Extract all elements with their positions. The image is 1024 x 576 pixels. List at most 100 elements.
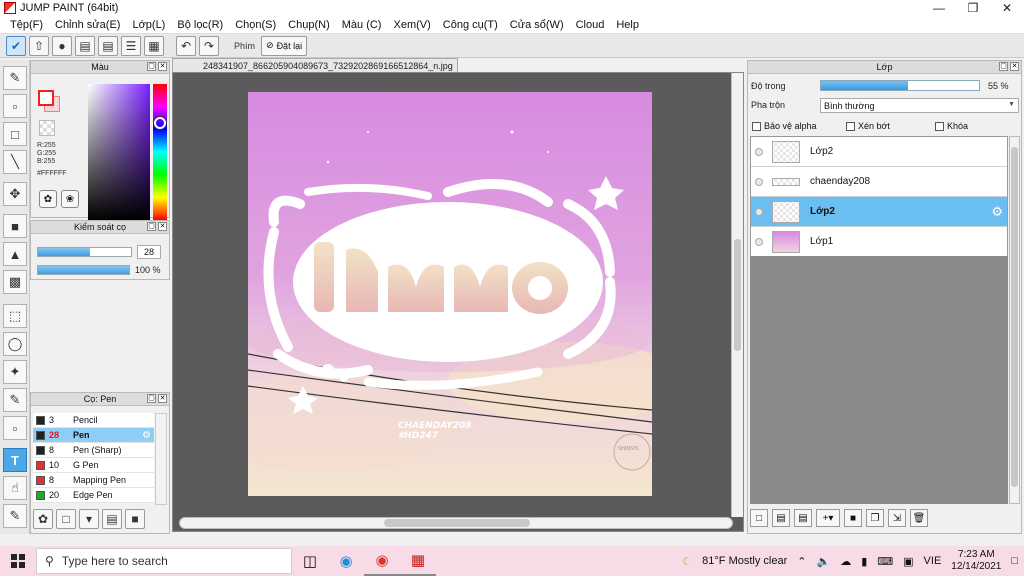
document-icon[interactable]: ▤ xyxy=(98,35,118,56)
clipping-checkbox[interactable]: Xén bớt xyxy=(846,121,890,131)
add-layer-menu-icon[interactable]: +▾ xyxy=(816,509,840,527)
document-tab[interactable]: 248341907_866205904089673_73292028691665… xyxy=(172,58,458,72)
comment-icon[interactable]: ● xyxy=(52,35,72,56)
undock-icon[interactable]: ▢ xyxy=(147,394,156,403)
layer-row[interactable]: chaenday208 xyxy=(751,167,1007,197)
brush-menu-icon[interactable]: ▾ xyxy=(79,509,99,529)
brush-copy-icon[interactable]: ▤ xyxy=(102,509,122,529)
select-eraser-tool-icon[interactable]: ▫ xyxy=(3,416,27,440)
brush-item-pencil[interactable]: 3 Pencil xyxy=(33,413,154,428)
layer-row[interactable]: Lớp1 xyxy=(751,227,1007,257)
brush-tool-icon[interactable]: ✎ xyxy=(3,66,27,90)
scroll-thumb[interactable] xyxy=(734,239,741,351)
eraser-tool-icon[interactable]: ▫ xyxy=(3,94,27,118)
color-wheel-icon[interactable]: ❀ xyxy=(61,190,79,208)
new-layer-icon[interactable]: □ xyxy=(750,509,768,527)
grid-settings-icon[interactable]: ▦ xyxy=(144,35,164,56)
minimize-button[interactable]: — xyxy=(922,0,956,16)
task-view-icon[interactable]: ◫ xyxy=(292,546,328,576)
foreground-color-swatch[interactable] xyxy=(38,90,54,106)
gear-icon[interactable]: ⚙ xyxy=(991,204,1003,220)
menu-view[interactable]: Xem(V) xyxy=(387,19,436,31)
hue-slider-knob[interactable] xyxy=(154,117,166,129)
cloud-icon[interactable]: ☁ xyxy=(840,555,851,568)
brush-size-slider[interactable] xyxy=(37,247,132,257)
menu-capture[interactable]: Chụp(N) xyxy=(282,19,336,31)
jump-paint-taskbar-icon[interactable]: ▦ xyxy=(400,546,436,576)
visibility-icon[interactable] xyxy=(755,147,763,156)
menu-color[interactable]: Màu (C) xyxy=(336,19,388,31)
panel-close-icon[interactable]: ✕ xyxy=(1010,62,1019,71)
message-icon[interactable]: ▤ xyxy=(75,35,95,56)
menu-layer[interactable]: Lớp(L) xyxy=(126,19,171,31)
checkbox-box[interactable] xyxy=(935,121,944,131)
battery-icon[interactable]: ▮ xyxy=(861,555,867,568)
bucket-tool-icon[interactable]: ▲ xyxy=(3,242,27,266)
brush-settings-icon[interactable]: ✿ xyxy=(33,509,53,529)
chevron-up-icon[interactable]: ⌃ xyxy=(797,555,806,568)
text-tool-icon[interactable]: T xyxy=(3,448,27,472)
magic-wand-tool-icon[interactable]: ✦ xyxy=(3,360,27,384)
fill-rectangle-tool-icon[interactable]: ■ xyxy=(3,214,27,238)
eyedropper-tool-icon[interactable]: ✎ xyxy=(3,504,27,528)
canvas-vertical-scrollbar[interactable] xyxy=(731,73,743,517)
palette-icon[interactable]: ✿ xyxy=(39,190,57,208)
menu-cloud[interactable]: Cloud xyxy=(570,19,611,31)
taskbar-clock[interactable]: 7:23 AM 12/14/2021 xyxy=(951,549,1001,573)
language-indicator[interactable]: VIE xyxy=(924,555,942,567)
lasso-tool-icon[interactable]: ◯ xyxy=(3,332,27,356)
brush-item-g-pen[interactable]: 10 G Pen xyxy=(33,458,154,473)
new-raster-layer-icon[interactable]: ▤ xyxy=(772,509,790,527)
brush-list-scrollbar[interactable] xyxy=(155,413,167,505)
close-button[interactable]: ✕ xyxy=(990,0,1024,16)
export-icon[interactable]: ⇧ xyxy=(29,35,49,56)
menu-filter[interactable]: Bộ lọc(R) xyxy=(171,19,229,31)
lock-checkbox[interactable]: Khóa xyxy=(935,121,968,131)
brush-opacity-slider[interactable] xyxy=(37,265,130,275)
visibility-icon[interactable] xyxy=(755,177,763,186)
transparent-color-swatch[interactable] xyxy=(39,120,55,136)
brush-size-value[interactable]: 28 xyxy=(137,245,161,259)
brush-item-pen-sharp[interactable]: 8 Pen (Sharp) xyxy=(33,443,154,458)
merge-layer-icon[interactable]: ⇲ xyxy=(888,509,906,527)
undock-icon[interactable]: ▢ xyxy=(147,222,156,231)
chrome-browser-icon[interactable]: ◉ xyxy=(364,546,400,576)
notifications-icon[interactable]: □ xyxy=(1011,555,1018,567)
speaker-icon[interactable]: 🔈 xyxy=(816,555,830,568)
keyboard-icon[interactable]: ⌨ xyxy=(877,555,893,568)
windows-start-icon[interactable] xyxy=(0,546,36,576)
layer-list-scrollbar[interactable] xyxy=(1009,136,1020,504)
pen-mode-icon[interactable]: ✔ xyxy=(6,35,26,56)
saturation-value-picker[interactable] xyxy=(88,84,150,220)
menu-file[interactable]: Tệp(F) xyxy=(4,19,49,31)
checkbox-box[interactable] xyxy=(846,121,855,131)
taskbar-search-box[interactable]: ⚲ Type here to search xyxy=(36,548,292,574)
delete-layer-icon[interactable]: 🗑 xyxy=(910,509,928,527)
edge-browser-icon[interactable]: ◉ xyxy=(328,546,364,576)
visibility-icon[interactable] xyxy=(755,237,763,246)
layer-opacity-slider[interactable] xyxy=(820,80,980,91)
layer-row[interactable]: Lớp2 xyxy=(751,137,1007,167)
panel-close-icon[interactable]: ✕ xyxy=(158,62,167,71)
panel-close-icon[interactable]: ✕ xyxy=(158,394,167,403)
line-tool-icon[interactable]: ╲ xyxy=(3,150,27,174)
hand-tool-icon[interactable]: ☝ xyxy=(3,476,27,500)
blend-mode-select[interactable]: Bình thường ▼ xyxy=(820,98,1019,113)
visibility-icon[interactable] xyxy=(755,207,763,216)
gear-icon[interactable]: ⚙ xyxy=(142,430,151,441)
rectangle-tool-icon[interactable]: □ xyxy=(3,122,27,146)
hue-slider[interactable] xyxy=(153,84,167,220)
brush-item-mapping-pen[interactable]: 8 Mapping Pen xyxy=(33,473,154,488)
menu-edit[interactable]: Chỉnh sửa(E) xyxy=(49,19,126,31)
canvas-artwork[interactable]: CHAENDAY208 #HD247 SHINSYL xyxy=(248,92,652,496)
scroll-thumb[interactable] xyxy=(1011,147,1018,487)
duplicate-layer-icon[interactable]: ❐ xyxy=(866,509,884,527)
new-brush-icon[interactable]: □ xyxy=(56,509,76,529)
display-icon[interactable]: ▣ xyxy=(903,555,913,568)
select-rect-tool-icon[interactable]: ⬚ xyxy=(3,304,27,328)
brush-item-edge-pen[interactable]: 20 Edge Pen xyxy=(33,488,154,503)
redo-icon[interactable]: ↷ xyxy=(199,35,219,56)
move-tool-icon[interactable]: ✥ xyxy=(3,182,27,206)
layer-folder-icon[interactable]: ■ xyxy=(844,509,862,527)
select-pen-tool-icon[interactable]: ✎ xyxy=(3,388,27,412)
